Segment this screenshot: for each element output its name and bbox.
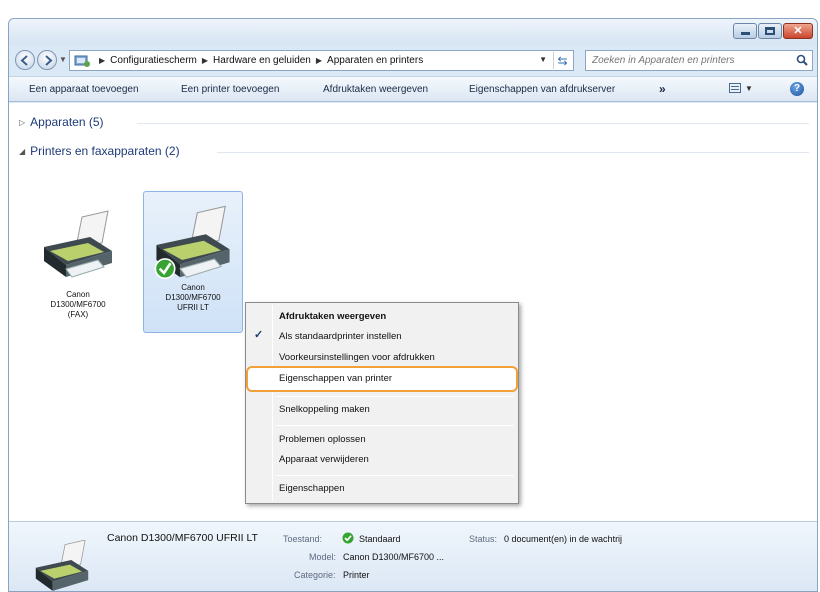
menu-item-set-default[interactable]: Als standaardprinter instellen — [279, 331, 402, 342]
status-ok-icon — [342, 532, 354, 544]
group-header-label: Printers en faxapparaten (2) — [30, 144, 180, 158]
state-key: Toestand: — [283, 534, 323, 544]
breadcrumb-hardware[interactable]: Hardware en geluiden — [213, 55, 311, 66]
group-divider — [137, 123, 809, 124]
close-button[interactable]: ✕ — [783, 23, 813, 39]
maximize-icon — [765, 27, 775, 35]
add-printer-button[interactable]: Een printer toevoegen — [181, 84, 279, 95]
group-header-devices[interactable]: ▷ Apparaten (5) — [19, 115, 104, 129]
model-key: Model: — [309, 552, 337, 562]
refresh-button[interactable]: ⇆ — [553, 52, 571, 69]
forward-button[interactable] — [37, 50, 57, 70]
close-icon: ✕ — [793, 24, 803, 37]
model-value: Canon D1300/MF6700 ... — [343, 552, 445, 562]
group-divider — [217, 152, 809, 153]
more-commands-button[interactable]: » — [659, 82, 666, 96]
search-box — [585, 50, 813, 71]
breadcrumb-separator[interactable]: ▶ — [202, 56, 208, 65]
forward-arrow-icon — [45, 55, 53, 66]
breadcrumb-separator: ▶ — [99, 56, 106, 65]
details-device-name: Canon D1300/MF6700 UFRII LT — [107, 532, 258, 544]
maximize-button[interactable] — [758, 23, 782, 39]
back-arrow-icon — [20, 55, 28, 66]
state-value: Standaard — [359, 534, 401, 544]
menu-separator — [276, 475, 514, 476]
device-fax[interactable]: Canon D1300/MF6700 (FAX) — [37, 207, 119, 337]
recent-pages-dropdown[interactable]: ▼ — [59, 55, 67, 64]
search-input[interactable] — [586, 51, 786, 70]
command-bar: Een apparaat toevoegen Een printer toevo… — [9, 76, 817, 102]
category-key: Categorie: — [294, 570, 336, 580]
view-options-button[interactable]: ▼ — [729, 83, 753, 93]
explorer-window: ✕ ▼ ▶ Configuratiescherm ▶ Hardware en g… — [8, 18, 818, 592]
address-dropdown-icon[interactable]: ▼ — [539, 55, 547, 64]
group-header-label: Apparaten (5) — [30, 115, 104, 129]
printer-icon — [154, 205, 230, 280]
category-value: Printer — [343, 570, 370, 580]
device-label: Canon D1300/MF6700 (FAX) — [50, 290, 106, 319]
expand-icon: ▷ — [19, 117, 26, 127]
printer-icon — [35, 540, 89, 591]
address-row: ▼ ▶ Configuratiescherm ▶ Hardware en gel… — [9, 47, 817, 73]
view-dropdown-icon: ▼ — [745, 83, 753, 93]
status-key: Status: — [469, 534, 498, 544]
breadcrumb-control-panel[interactable]: Configuratiescherm — [110, 55, 197, 66]
collapse-icon: ◢ — [19, 146, 26, 156]
fax-printer-icon — [44, 210, 112, 278]
menu-item-see-print-jobs[interactable]: Afdruktaken weergeven — [279, 311, 386, 322]
menu-item-troubleshoot[interactable]: Problemen oplossen — [279, 434, 366, 445]
title-bar: ✕ — [9, 19, 817, 45]
context-menu: Afdruktaken weergeven ✓ Als standaardpri… — [245, 302, 519, 504]
back-button[interactable] — [15, 50, 35, 70]
device-printer-ufr[interactable]: Canon D1300/MF6700 UFRII LT — [143, 191, 243, 333]
menu-gutter — [272, 305, 273, 501]
minimize-icon — [740, 31, 750, 35]
details-pane: Canon D1300/MF6700 UFRII LT Toestand: St… — [9, 521, 817, 591]
control-panel-icon — [74, 55, 90, 67]
menu-item-remove-device[interactable]: Apparaat verwijderen — [279, 454, 369, 465]
see-print-jobs-button[interactable]: Afdruktaken weergeven — [323, 84, 428, 95]
menu-item-properties[interactable]: Eigenschappen — [279, 483, 345, 494]
group-header-printers[interactable]: ◢ Printers en faxapparaten (2) — [19, 144, 180, 158]
menu-item-create-shortcut[interactable]: Snelkoppeling maken — [279, 404, 370, 415]
breadcrumb-devices-printers[interactable]: Apparaten en printers — [327, 55, 423, 66]
checkmark-icon: ✓ — [254, 329, 264, 341]
help-icon[interactable]: ? — [790, 82, 804, 96]
status-value: 0 document(en) in de wachtrij — [504, 534, 623, 544]
menu-item-printing-preferences[interactable]: Voorkeursinstellingen voor afdrukken — [279, 352, 435, 363]
print-server-properties-button[interactable]: Eigenschappen van afdrukserver — [469, 84, 615, 95]
default-check-icon — [154, 258, 176, 280]
content-area: ▷ Apparaten (5) ◢ Printers en faxapparat… — [9, 103, 817, 521]
menu-separator — [276, 425, 514, 426]
search-icon[interactable] — [796, 54, 808, 66]
menu-item-printer-properties[interactable]: Eigenschappen van printer — [279, 373, 392, 384]
menu-separator — [276, 396, 514, 397]
add-device-button[interactable]: Een apparaat toevoegen — [29, 84, 139, 95]
view-icon — [729, 83, 741, 93]
breadcrumb-separator[interactable]: ▶ — [316, 56, 322, 65]
address-bar[interactable]: ▶ Configuratiescherm ▶ Hardware en gelui… — [69, 50, 574, 71]
minimize-button[interactable] — [733, 23, 757, 39]
window-controls: ✕ — [733, 23, 813, 39]
